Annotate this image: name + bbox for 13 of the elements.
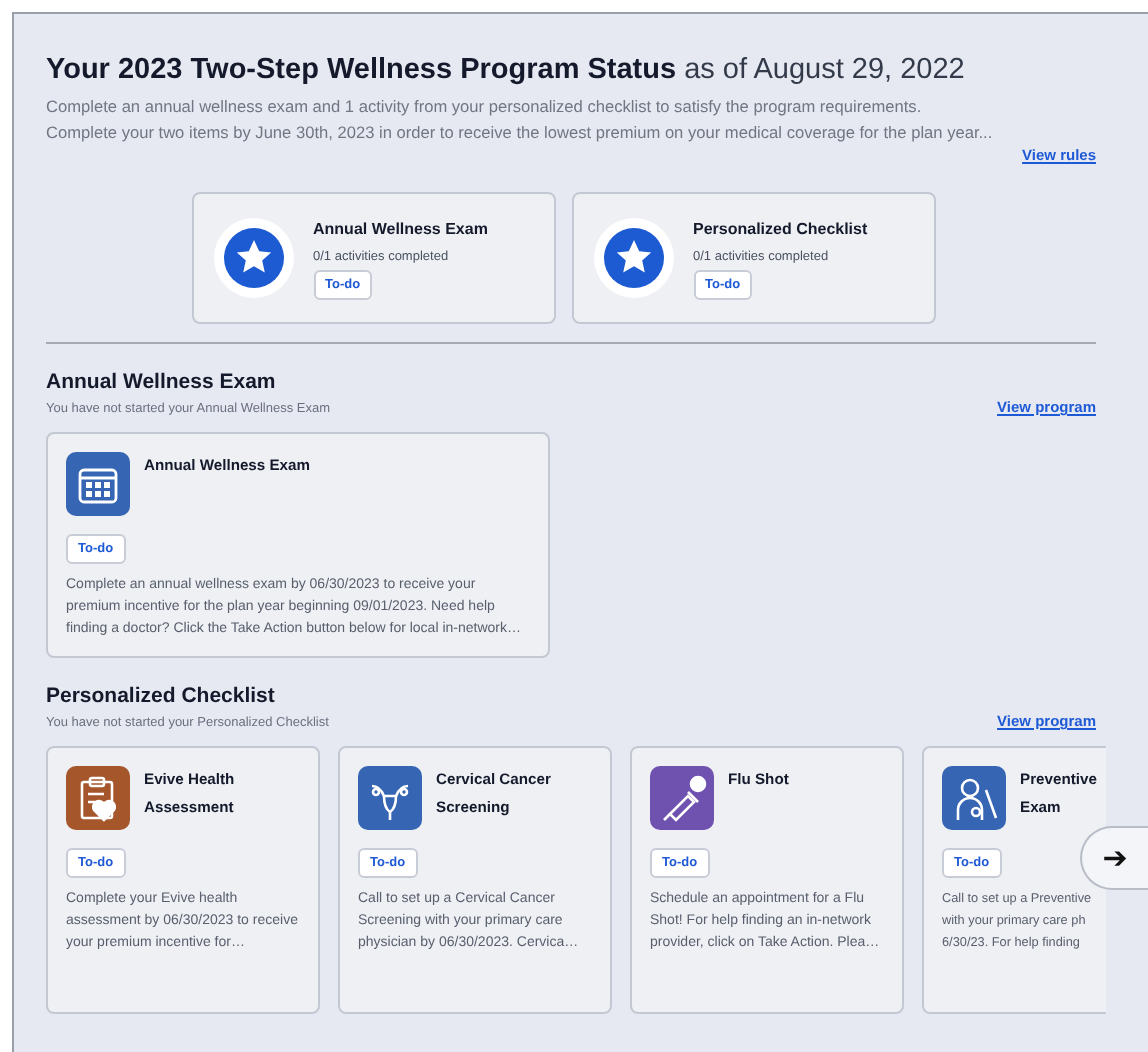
- next-button[interactable]: ➔: [1080, 826, 1148, 890]
- summary-title: Annual Wellness Exam: [313, 218, 488, 242]
- calendar-icon: [66, 452, 130, 516]
- uterus-icon: [358, 766, 422, 830]
- page-title: Your 2023 Two-Step Wellness Program Status as of August 29, 2022: [46, 54, 967, 86]
- doctor-icon: [942, 766, 1006, 830]
- clipboard-icon: [66, 766, 130, 830]
- section-title: Personalized Checklist: [46, 684, 277, 708]
- section-title: Annual Wellness Exam: [46, 370, 278, 394]
- summary-title: Personalized Checklist: [693, 218, 868, 242]
- activity-card[interactable]: [46, 432, 550, 658]
- syringe-icon: [650, 766, 714, 830]
- program-description: Complete an annual wellness exam and 1 activity from your personalized checklist to satisfy the program requirements. Complete your two items by June 30th, 2023 in order to receive the lowest premium on your medical coverage for the plan year...: [46, 94, 995, 146]
